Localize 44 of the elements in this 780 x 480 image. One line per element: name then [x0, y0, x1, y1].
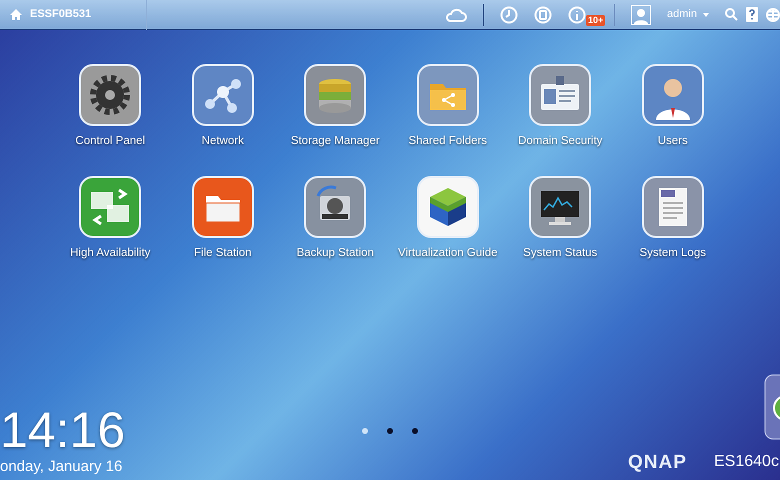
home-button[interactable]: ESSF0B531: [0, 0, 147, 30]
network-icon: [192, 64, 254, 126]
gear-icon: [79, 64, 142, 126]
globe-icon[interactable]: [766, 8, 780, 22]
page-dot[interactable]: [387, 428, 393, 434]
clock-date: onday, January 16: [0, 456, 122, 476]
monitors-icon: [79, 176, 142, 238]
app-shortcut[interactable]: Backup Station: [279, 176, 392, 262]
document-icon: [642, 176, 704, 238]
cube-icon: [416, 176, 479, 238]
app-shortcut[interactable]: Users: [616, 64, 729, 150]
sync-icon[interactable]: [534, 6, 552, 24]
person-icon: [642, 64, 704, 126]
app-shortcut[interactable]: Control Panel: [54, 64, 166, 150]
app-shortcut[interactable]: File Station: [166, 176, 279, 262]
avatar-icon[interactable]: [631, 4, 652, 24]
app-shortcut[interactable]: High Availability: [54, 176, 166, 262]
page-dot[interactable]: [412, 428, 418, 434]
hard-drive-icon: [304, 176, 366, 238]
cloud-icon[interactable]: [445, 6, 468, 22]
home-icon: [10, 9, 22, 20]
database-icon: [304, 64, 366, 126]
app-shortcut[interactable]: Virtualization Guide: [392, 176, 504, 262]
notification-badge: 10+: [586, 14, 606, 26]
search-icon[interactable]: [725, 8, 738, 21]
app-shortcut[interactable]: Shared Folders: [392, 64, 504, 150]
app-shortcut[interactable]: Storage Manager: [279, 64, 392, 150]
user-menu[interactable]: admin: [667, 6, 709, 23]
app-shortcut[interactable]: System Logs: [616, 176, 729, 262]
page-dot[interactable]: [362, 428, 368, 434]
folder-icon: [192, 176, 254, 238]
caret-icon: [703, 12, 709, 16]
help-icon[interactable]: [746, 7, 758, 22]
monitor-icon: [529, 176, 592, 238]
app-shortcut[interactable]: Network: [166, 64, 279, 150]
clock-icon[interactable]: [500, 6, 518, 24]
app-shortcut[interactable]: Domain Security: [504, 64, 616, 150]
brand-logo: QNAP: [628, 451, 687, 475]
id-card-icon: [529, 64, 592, 126]
app-shortcut[interactable]: System Status: [504, 176, 616, 262]
clock-time: 14:16: [0, 405, 126, 455]
model-name: ES1640c: [714, 452, 779, 472]
info-icon[interactable]: [568, 6, 586, 24]
folder-icon: [416, 64, 479, 126]
